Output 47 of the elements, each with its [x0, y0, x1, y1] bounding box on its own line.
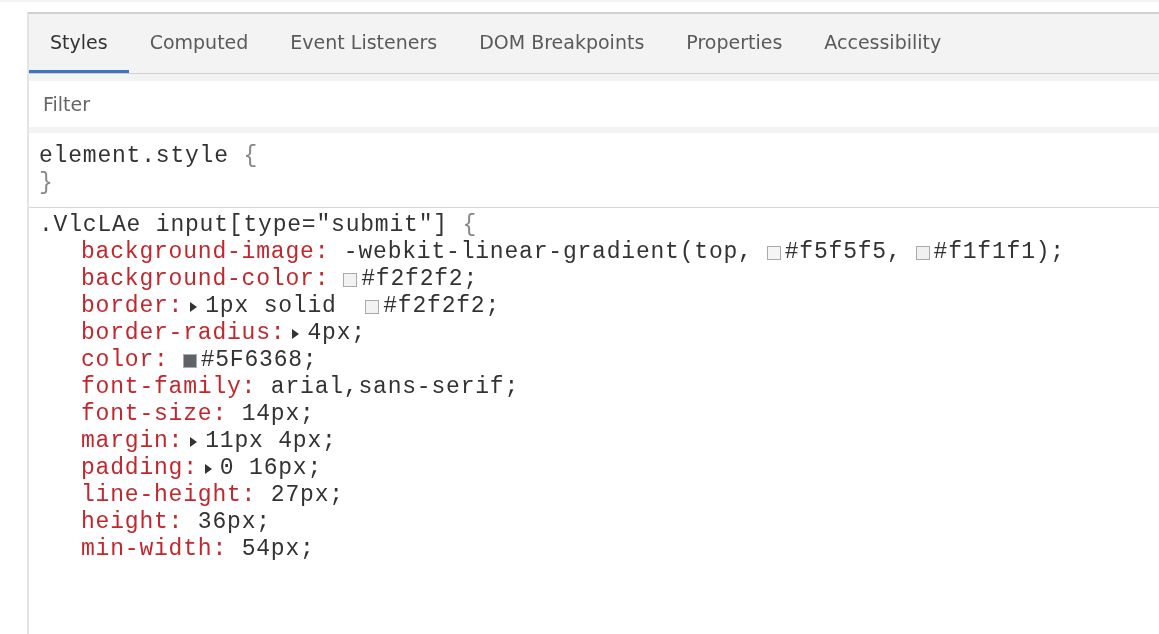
property-name[interactable]: border:	[81, 294, 184, 319]
brace: {	[243, 144, 259, 169]
css-selector: element.style	[39, 144, 229, 169]
property-name[interactable]: min-width:	[81, 537, 228, 562]
panel-tab[interactable]: Computed	[128, 14, 270, 73]
property-name[interactable]: padding:	[81, 456, 198, 481]
property-name[interactable]: margin:	[81, 429, 184, 454]
property-value[interactable]: #f1f1f1);	[933, 240, 1065, 265]
brace: }	[39, 171, 54, 196]
property-value[interactable]: 11px 4px;	[205, 429, 337, 454]
expand-triangle-icon[interactable]	[203, 463, 212, 474]
property-name[interactable]: line-height:	[81, 483, 257, 508]
property-name[interactable]: color:	[81, 348, 169, 373]
property-value[interactable]: -webkit-linear-gradient(top,	[329, 240, 753, 265]
property-value[interactable]: 4px;	[307, 321, 366, 346]
property-value[interactable]: 14px;	[227, 402, 315, 427]
property-value[interactable]: 27px;	[256, 483, 344, 508]
panel-tab[interactable]: Event Listeners	[269, 14, 459, 73]
panel-tab[interactable]: Properties	[665, 14, 804, 73]
color-swatch[interactable]	[182, 353, 197, 368]
brace: {	[462, 213, 478, 238]
color-swatch[interactable]	[343, 272, 358, 287]
property-name[interactable]: font-family:	[81, 375, 257, 400]
filter-field[interactable]: Filter	[29, 81, 1159, 127]
property-name[interactable]: background-image:	[81, 240, 330, 265]
property-value[interactable]: 36px;	[183, 510, 271, 535]
property-name[interactable]: background-color:	[81, 267, 330, 292]
property-value[interactable]: #f5f5f5,	[784, 240, 902, 265]
css-selector: .VlcLAe input[type="submit"]	[39, 213, 448, 238]
property-value[interactable]: arial,sans-serif;	[256, 375, 520, 400]
property-value[interactable]: 1px solid	[205, 294, 352, 319]
expand-triangle-icon[interactable]	[189, 301, 198, 312]
color-swatch[interactable]	[766, 245, 781, 260]
property-value[interactable]: #f2f2f2;	[383, 294, 501, 319]
property-value[interactable]: 54px;	[227, 537, 315, 562]
property-value[interactable]: 0 16px;	[219, 456, 323, 481]
property-name[interactable]: font-size:	[81, 402, 228, 427]
property-value[interactable]: #5F6368;	[200, 348, 318, 373]
panel-tab[interactable]: Accessibility	[803, 14, 963, 73]
color-swatch[interactable]	[365, 299, 380, 314]
property-name[interactable]: height:	[81, 510, 184, 535]
expand-triangle-icon[interactable]	[291, 328, 300, 339]
panel-tab[interactable]: DOM Breakpoints	[458, 14, 666, 73]
expand-triangle-icon[interactable]	[189, 436, 198, 447]
property-name[interactable]: border-radius:	[81, 321, 286, 346]
property-value[interactable]: #f2f2f2;	[361, 267, 479, 292]
color-swatch[interactable]	[915, 245, 930, 260]
